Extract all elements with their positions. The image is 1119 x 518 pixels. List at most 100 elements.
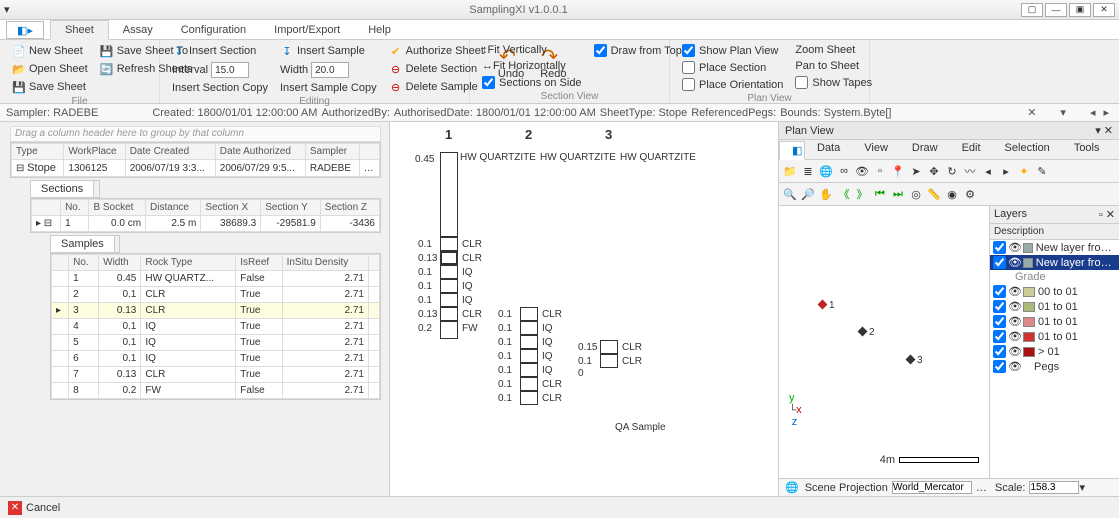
- layer-row[interactable]: 👁New layer from sec...: [990, 240, 1119, 255]
- width-field[interactable]: Width20.0: [276, 61, 381, 79]
- layer-row[interactable]: 👁New layer from sec...: [990, 255, 1119, 270]
- folder-icon[interactable]: 📁: [782, 163, 798, 179]
- tab-import-export[interactable]: Import/Export: [260, 21, 354, 39]
- nav-prev-icon[interactable]: ◂: [1090, 106, 1096, 119]
- pv-tab-home[interactable]: ◧: [779, 141, 805, 160]
- sample-row[interactable]: 40.1IQTrue2.71: [52, 319, 380, 335]
- layer-row[interactable]: Grade: [990, 270, 1119, 284]
- plan-map[interactable]: 1 2 3 y└x z 4m: [779, 206, 989, 478]
- samples-grid[interactable]: No.WidthRock TypeIsReefInSitu Density 10…: [50, 253, 381, 400]
- ruler-icon[interactable]: 📏: [926, 186, 942, 202]
- sample-row[interactable]: 20.1CLRTrue2.71: [52, 287, 380, 303]
- insert-sample-button[interactable]: ↧Insert Sample: [276, 43, 381, 59]
- minimize-button[interactable]: —: [1045, 3, 1067, 17]
- sample-row[interactable]: 50.1IQTrue2.71: [52, 335, 380, 351]
- compass-icon[interactable]: ◉: [944, 186, 960, 202]
- back-icon[interactable]: ◂: [980, 163, 996, 179]
- insert-section-button[interactable]: ↧Insert Section: [168, 43, 272, 59]
- fit-horizontally-check[interactable]: ↔Fit Horizontally: [478, 59, 586, 73]
- first-icon[interactable]: ⏮: [872, 186, 888, 202]
- projection-input[interactable]: [892, 481, 972, 494]
- pv-tab-data[interactable]: Data: [805, 140, 852, 159]
- main-grid-row[interactable]: ⊟ Stope13061252006/07/19 3:3...2006/07/2…: [12, 160, 380, 177]
- layers-icon[interactable]: ≣: [800, 163, 816, 179]
- layer-row[interactable]: 👁Pegs: [990, 359, 1119, 374]
- save-sheet-button[interactable]: 💾Save Sheet: [8, 79, 92, 95]
- sections-grid[interactable]: No.B SocketDistanceSection XSection YSec…: [30, 198, 381, 233]
- section-view[interactable]: 1 2 3 0.45 HW QUARTZITE 0.1CLR0.13CLR0.1…: [390, 122, 779, 496]
- place-section-check[interactable]: Place Section: [678, 60, 787, 75]
- move-icon[interactable]: ✥: [926, 163, 942, 179]
- zoom-in-icon[interactable]: 🔍: [782, 186, 798, 202]
- sample-row[interactable]: ▸30.13CLRTrue2.71: [52, 303, 380, 319]
- tab-assay[interactable]: Assay: [109, 21, 167, 39]
- peg-3[interactable]: [906, 355, 916, 365]
- pv-tab-draw[interactable]: Draw: [900, 140, 950, 159]
- pv-tab-tools[interactable]: Tools: [1062, 140, 1112, 159]
- tab-configuration[interactable]: Configuration: [167, 21, 260, 39]
- pv-tab-selection[interactable]: Selection: [993, 140, 1062, 159]
- app-logo[interactable]: ◧▸: [6, 21, 44, 39]
- show-plan-view-check[interactable]: Show Plan View: [678, 43, 787, 58]
- sections-tab[interactable]: Sections: [31, 181, 94, 197]
- nav-next-icon[interactable]: ▸: [1103, 106, 1109, 119]
- show-tapes-check[interactable]: Show Tapes: [791, 75, 876, 90]
- tab-help[interactable]: Help: [354, 21, 405, 39]
- insert-sample-copy-button[interactable]: Insert Sample Copy: [276, 81, 381, 95]
- sample-row[interactable]: 70.13CLRTrue2.71: [52, 367, 380, 383]
- cancel-button[interactable]: Cancel: [26, 502, 60, 514]
- place-orientation-check[interactable]: Place Orientation: [678, 77, 787, 92]
- wand-icon[interactable]: ✎: [1034, 163, 1050, 179]
- zoom-out-icon[interactable]: 🔎: [800, 186, 816, 202]
- maximize-button[interactable]: ▣: [1069, 3, 1091, 17]
- sample-row[interactable]: 10.45HW QUARTZ...False2.71: [52, 271, 380, 287]
- globe-icon[interactable]: 🌐: [818, 163, 834, 179]
- layer-row[interactable]: 👁01 to 01: [990, 314, 1119, 329]
- next-icon[interactable]: 》: [854, 186, 870, 202]
- path-icon[interactable]: 〰: [962, 163, 978, 179]
- dropdown-icon[interactable]: ▾: [1060, 106, 1066, 119]
- fit-vertically-check[interactable]: ↕Fit Vertically: [478, 43, 586, 57]
- layer-row[interactable]: 👁01 to 01: [990, 299, 1119, 314]
- box-icon[interactable]: ▫: [872, 163, 888, 179]
- layer-row[interactable]: 👁00 to 01: [990, 284, 1119, 299]
- new-sheet-button[interactable]: 📄New Sheet: [8, 43, 92, 59]
- fwd-icon[interactable]: ▸: [998, 163, 1014, 179]
- pan-to-sheet-button[interactable]: Pan to Sheet: [791, 59, 876, 73]
- sample-row[interactable]: 80.2FWFalse2.71: [52, 383, 380, 399]
- rotate-icon[interactable]: ↻: [944, 163, 960, 179]
- zoom-sheet-button[interactable]: Zoom Sheet: [791, 43, 876, 57]
- sample-row[interactable]: 60.1IQTrue2.71: [52, 351, 380, 367]
- pan-icon[interactable]: ✋: [818, 186, 834, 202]
- interval-field[interactable]: Interval15.0: [168, 61, 272, 79]
- peg-2[interactable]: [858, 327, 868, 337]
- pin-icon[interactable]: 📍: [890, 163, 906, 179]
- close-button[interactable]: ✕: [1093, 3, 1115, 17]
- prev-icon[interactable]: 《: [836, 186, 852, 202]
- sections-row[interactable]: ▸ ⊟10.0 cm2.5 m38689.3-29581.9-3436: [32, 216, 380, 232]
- pv-tab-edit[interactable]: Edit: [950, 140, 993, 159]
- last-icon[interactable]: ⏭: [890, 186, 906, 202]
- samples-tab[interactable]: Samples: [51, 236, 115, 252]
- gear-icon[interactable]: ⚙: [962, 186, 978, 202]
- layer-row[interactable]: 👁> 01: [990, 344, 1119, 359]
- layer-row[interactable]: 👁01 to 01: [990, 329, 1119, 344]
- pv-tab-utilities[interactable]: Utilities: [1112, 140, 1119, 159]
- star-icon[interactable]: ✦: [1016, 163, 1032, 179]
- layer-eye-icon[interactable]: 👁: [854, 163, 870, 179]
- scale-input[interactable]: [1029, 481, 1079, 494]
- open-sheet-button[interactable]: 📂Open Sheet: [8, 61, 92, 77]
- main-grid[interactable]: TypeWorkPlaceDate CreatedDate Authorized…: [10, 142, 381, 178]
- app-menu-icon[interactable]: ▾: [4, 3, 18, 16]
- restore-small-button[interactable]: ▢: [1021, 3, 1043, 17]
- link-icon[interactable]: ∞: [836, 163, 852, 179]
- tab-sheet[interactable]: Sheet: [50, 20, 109, 40]
- sections-on-side-check[interactable]: Sections on Side: [478, 75, 586, 90]
- cancel-icon[interactable]: ✕: [8, 501, 22, 515]
- insert-section-copy-button[interactable]: Insert Section Copy: [168, 81, 272, 95]
- peg-1[interactable]: [818, 300, 828, 310]
- close-tab-icon[interactable]: ✕: [1027, 106, 1036, 119]
- cursor-icon[interactable]: ➤: [908, 163, 924, 179]
- target-icon[interactable]: ◎: [908, 186, 924, 202]
- group-by-hint[interactable]: Drag a column header here to group by th…: [10, 126, 381, 142]
